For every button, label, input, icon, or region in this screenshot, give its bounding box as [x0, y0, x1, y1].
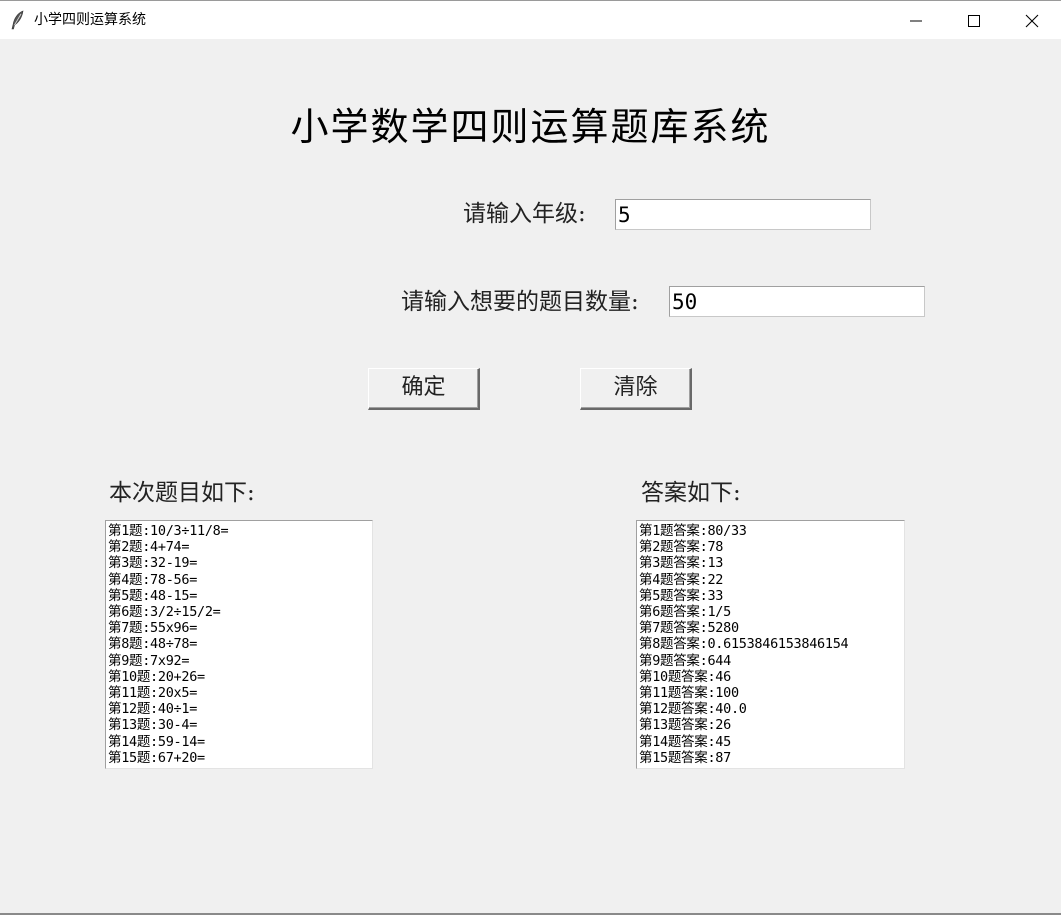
text-line: 第14题:59-14=	[108, 733, 205, 750]
text-line: 第6题答案:1/5	[639, 604, 731, 621]
minimize-icon	[910, 20, 922, 22]
page-title: 小学数学四则运算题库系统	[290, 105, 771, 149]
text-line: 第8题:48÷78=	[108, 636, 198, 653]
app-window: 小学四则运算系统 小学数学四则运算题库系统 请输入年级: 请输入想要的题目数量:…	[0, 0, 1061, 915]
text-line: 第8题答案:0.6153846153846154	[639, 636, 849, 653]
text-line: 第1题:10/3÷11/8=	[108, 523, 229, 539]
window-title: 小学四则运算系统	[34, 12, 146, 28]
feather-icon	[10, 10, 26, 30]
close-icon	[1025, 14, 1039, 28]
text-line: 第11题答案:100	[639, 685, 739, 702]
grade-label: 请输入年级:	[463, 201, 586, 227]
text-line: 第12题答案:40.0	[639, 701, 747, 718]
maximize-icon	[968, 15, 980, 27]
text-line: 第10题:20+26=	[108, 668, 205, 685]
minimize-button[interactable]	[887, 1, 945, 39]
text-line: 第3题答案:13	[639, 555, 724, 572]
text-line: 第12题:40÷1=	[108, 701, 198, 718]
text-line: 第7题答案:5280	[639, 620, 739, 637]
text-line: 第4题答案:22	[639, 571, 724, 588]
maximize-button[interactable]	[945, 1, 1003, 39]
text-line: 第9题:7x92=	[108, 652, 190, 669]
text-line: 第15题:67+20=	[108, 749, 205, 766]
questions-list: 第1题:10/3÷11/8= 第2题:4+74= 第3题:32-19= 第4题:78-…	[108, 523, 370, 766]
answers-label: 答案如下:	[641, 480, 741, 506]
text-line: 第15题答案:87	[639, 749, 731, 766]
confirm-button[interactable]: 确定	[368, 368, 480, 410]
answers-list: 第1题答案:80/33 第2题答案:78 第3题答案:13 第4题答案:22 第5题答案…	[639, 523, 902, 766]
text-line: 第7题:55x96=	[108, 620, 198, 637]
text-line: 第5题:48-15=	[108, 587, 198, 604]
close-button[interactable]	[1003, 1, 1061, 39]
text-line: 第6题:3/2÷15/2=	[108, 604, 221, 621]
questions-textbox[interactable]: 第1题:10/3÷11/8= 第2题:4+74= 第3题:32-19= 第4题:78-…	[105, 520, 373, 769]
text-line: 第9题答案:644	[639, 652, 731, 669]
text-line: 第14题答案:45	[639, 733, 731, 750]
question-count-label: 请输入想要的题目数量:	[401, 289, 639, 315]
text-line: 第4题:78-56=	[108, 571, 198, 588]
question-count-input[interactable]	[669, 286, 925, 317]
text-line: 第13题答案:26	[639, 717, 731, 734]
grade-input[interactable]	[615, 199, 871, 230]
text-line: 第2题答案:78	[639, 539, 724, 556]
text-line: 第11题:20x5=	[108, 685, 198, 702]
text-line: 第13题:30-4=	[108, 717, 198, 734]
text-line: 第1题答案:80/33	[639, 523, 747, 539]
text-line: 第5题答案:33	[639, 587, 724, 604]
text-line: 第2题:4+74=	[108, 539, 190, 556]
text-line: 第3题:32-19=	[108, 555, 198, 572]
clear-button[interactable]: 清除	[580, 368, 692, 410]
questions-label: 本次题目如下:	[109, 480, 255, 506]
answers-textbox[interactable]: 第1题答案:80/33 第2题答案:78 第3题答案:13 第4题答案:22 第5题答案…	[636, 520, 905, 769]
text-line: 第10题答案:46	[639, 668, 731, 685]
title-bar[interactable]: 小学四则运算系统	[0, 0, 1061, 39]
